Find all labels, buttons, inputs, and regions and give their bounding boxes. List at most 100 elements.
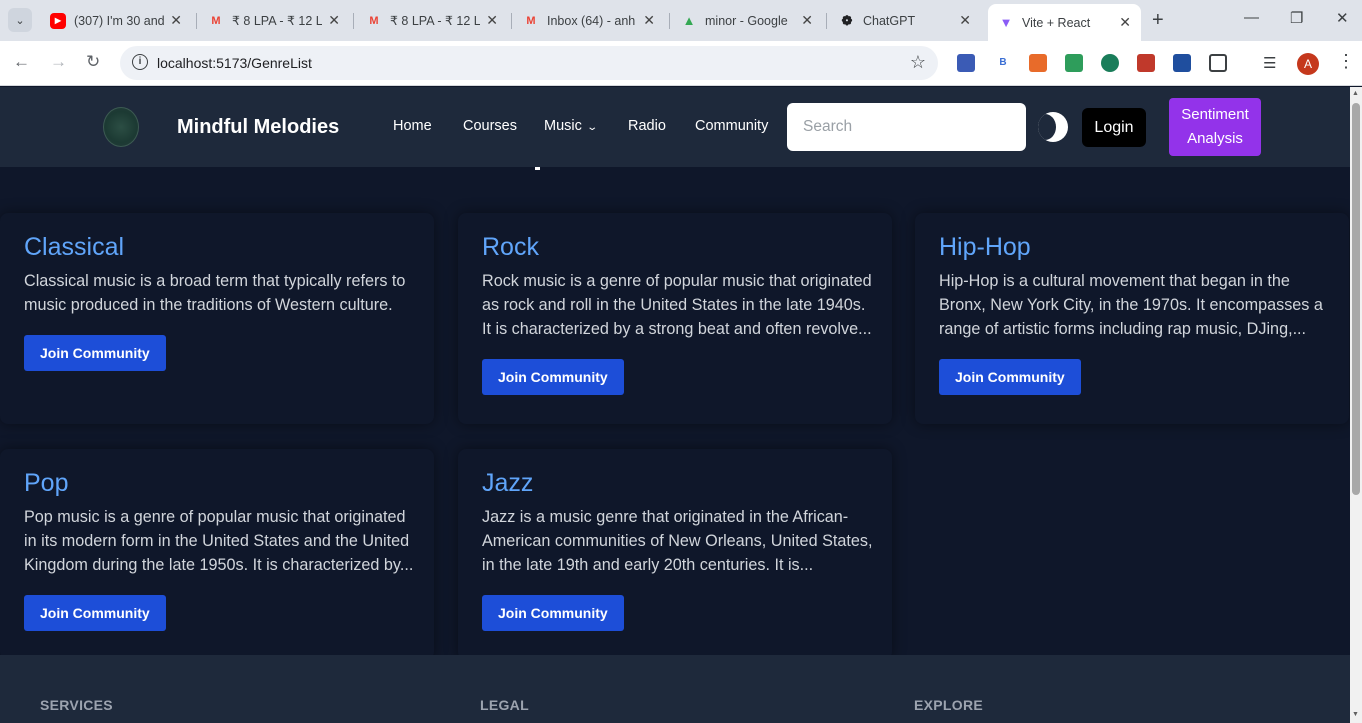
url-text[interactable]: localhost:5173/GenreList — [157, 55, 312, 71]
genre-description: Jazz is a music genre that originated in… — [482, 508, 873, 574]
scroll-down-arrow-icon[interactable]: ▼ — [1352, 711, 1359, 718]
bookmark-star-icon[interactable]: ☆ — [910, 52, 926, 73]
close-tab-icon[interactable]: ✕ — [170, 12, 182, 29]
close-tab-icon[interactable]: ✕ — [328, 12, 340, 29]
tab-title: ₹ 8 LPA - ₹ 12 LF — [232, 14, 323, 28]
extension-icon[interactable] — [1101, 54, 1119, 72]
genre-title: Jazz — [482, 469, 534, 497]
page-viewport: Mindful Melodies Home Courses Music ⌄ Rad… — [0, 87, 1350, 723]
site-footer: SERVICES LEGAL EXPLORE — [0, 655, 1350, 723]
tab-title: ₹ 8 LPA - ₹ 12 LF — [390, 14, 481, 28]
genre-description: Pop music is a genre of popular music th… — [24, 508, 414, 574]
site-navbar: Mindful Melodies Home Courses Music ⌄ Rad… — [0, 87, 1350, 167]
tab-title: minor - Google — [705, 13, 788, 28]
close-tab-icon[interactable]: ✕ — [643, 12, 655, 29]
footer-heading-services: SERVICES — [40, 697, 113, 713]
address-bar[interactable]: i localhost:5173/GenreList ☆ — [120, 46, 938, 80]
gmail-icon: M — [369, 14, 379, 27]
brand-name[interactable]: Mindful Melodies — [177, 116, 339, 139]
youtube-icon: ▶ — [50, 12, 66, 29]
genre-card: Hip-Hop Hip-Hop is a cultural movement t… — [915, 213, 1349, 424]
media-controls-icon[interactable]: ☰ — [1263, 54, 1281, 72]
join-community-button[interactable]: Join Community — [482, 359, 624, 395]
sentiment-analysis-button[interactable]: Sentiment Analysis — [1169, 98, 1261, 156]
genre-description: Classical music is a broad term that typ… — [24, 272, 406, 314]
menu-kebab-icon[interactable]: ⋮ — [1337, 51, 1355, 72]
genre-card: Classical Classical music is a broad ter… — [0, 213, 434, 424]
gmail-icon: M — [211, 14, 221, 27]
browser-tab[interactable]: M Inbox (64) - anh ✕ — [513, 6, 665, 35]
close-window-icon[interactable]: ✕ — [1336, 9, 1349, 27]
chevron-down-icon: ⌄ — [15, 14, 25, 27]
genre-card: Pop Pop music is a genre of popular musi… — [0, 449, 434, 660]
join-community-button[interactable]: Join Community — [939, 359, 1081, 395]
page-scrollbar[interactable]: ▲ ▼ — [1350, 87, 1362, 723]
tab-separator — [511, 13, 512, 29]
nav-link-music-label: Music — [544, 118, 582, 134]
puzzle-extensions-icon[interactable] — [1209, 54, 1227, 72]
vite-icon: ▼ — [999, 15, 1013, 30]
brand-logo[interactable] — [103, 107, 139, 147]
back-arrow-icon[interactable]: ← — [13, 52, 30, 72]
genre-title: Rock — [482, 233, 539, 261]
join-community-button[interactable]: Join Community — [482, 595, 624, 631]
browser-tab[interactable]: M ₹ 8 LPA - ₹ 12 LF ✕ — [356, 6, 508, 35]
extension-b-icon[interactable]: B — [994, 54, 1012, 72]
nav-link-music[interactable]: Music ⌄ — [544, 118, 598, 134]
profile-avatar[interactable]: A — [1297, 53, 1319, 75]
genre-title: Hip-Hop — [939, 233, 1031, 261]
minimize-icon[interactable]: — — [1244, 9, 1259, 26]
tab-title: Vite + React — [1022, 15, 1091, 30]
nav-link-community[interactable]: Community — [695, 118, 768, 134]
extension-icon[interactable] — [957, 54, 975, 72]
tab-title: (307) I'm 30 and — [74, 13, 165, 28]
browser-tab[interactable]: ❁ ChatGPT ✕ — [829, 6, 981, 35]
site-info-icon[interactable]: i — [132, 54, 148, 70]
join-community-button[interactable]: Join Community — [24, 335, 166, 371]
nav-link-courses[interactable]: Courses — [463, 118, 517, 134]
footer-heading-legal: LEGAL — [480, 697, 529, 713]
browser-tab-active[interactable]: ▼ Vite + React ✕ — [988, 4, 1141, 41]
tab-separator — [196, 13, 197, 29]
tab-search-button[interactable]: ⌄ — [8, 8, 32, 32]
page-heading-fragment — [535, 167, 540, 170]
browser-toolbar: ← → ↻ i localhost:5173/GenreList ☆ B ☰ A… — [0, 41, 1362, 86]
search-input[interactable] — [787, 103, 1026, 151]
restore-icon[interactable]: ❐ — [1290, 9, 1303, 27]
genre-card: Jazz Jazz is a music genre that originat… — [458, 449, 892, 660]
chatgpt-icon: ❁ — [841, 12, 853, 28]
genre-description: Rock music is a genre of popular music t… — [482, 272, 872, 338]
close-tab-icon[interactable]: ✕ — [486, 12, 498, 29]
gmail-icon: M — [526, 14, 536, 27]
login-button[interactable]: Login — [1082, 108, 1146, 147]
join-community-button[interactable]: Join Community — [24, 595, 166, 631]
extension-icon[interactable] — [1173, 54, 1191, 72]
forward-arrow-icon[interactable]: → — [50, 52, 67, 72]
browser-tab[interactable]: ▲ minor - Google ✕ — [671, 6, 823, 35]
nav-link-radio[interactable]: Radio — [628, 118, 666, 134]
checkbox-extension-icon[interactable] — [1065, 54, 1083, 72]
close-tab-icon[interactable]: ✕ — [801, 12, 813, 29]
chevron-down-icon: ⌄ — [586, 122, 598, 133]
tab-title: Inbox (64) - anh — [547, 13, 636, 28]
browser-tab[interactable]: ▶ (307) I'm 30 and ✕ — [40, 6, 192, 35]
megaphone-extension-icon[interactable] — [1029, 54, 1047, 72]
tab-separator — [826, 13, 827, 29]
scroll-up-arrow-icon[interactable]: ▲ — [1352, 90, 1359, 97]
new-tab-button[interactable]: + — [1152, 9, 1164, 32]
close-tab-icon[interactable]: ✕ — [1119, 14, 1131, 31]
tab-separator — [669, 13, 670, 29]
scrollbar-thumb[interactable] — [1352, 103, 1360, 495]
genre-title: Pop — [24, 469, 69, 497]
close-tab-icon[interactable]: ✕ — [959, 12, 971, 29]
nav-link-home[interactable]: Home — [393, 118, 432, 134]
genre-description: Hip-Hop is a cultural movement that bega… — [939, 272, 1323, 338]
google-drive-icon: ▲ — [682, 13, 696, 28]
extension-icon[interactable] — [1137, 54, 1155, 72]
browser-tab[interactable]: M ₹ 8 LPA - ₹ 12 LF ✕ — [198, 6, 350, 35]
reload-icon[interactable]: ↻ — [86, 52, 100, 72]
tab-title: ChatGPT — [863, 13, 916, 28]
genre-card: Rock Rock music is a genre of popular mu… — [458, 213, 892, 424]
theme-toggle-moon-icon[interactable] — [1038, 112, 1068, 142]
footer-heading-explore: EXPLORE — [914, 697, 984, 713]
